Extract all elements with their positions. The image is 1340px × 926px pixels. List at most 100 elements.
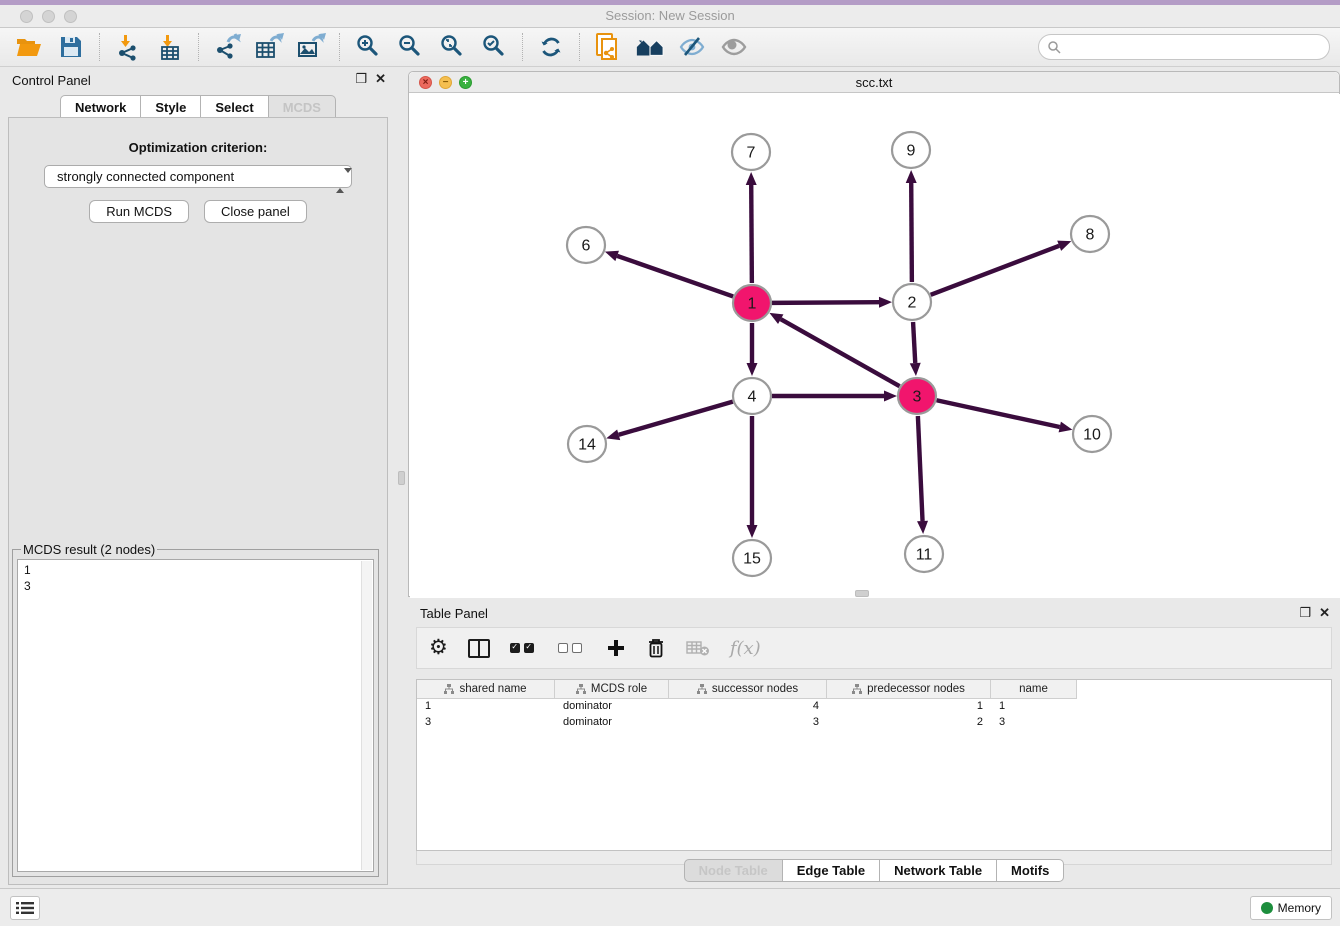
tab-edge-table[interactable]: Edge Table xyxy=(783,859,880,882)
cell-shared-name: 1 xyxy=(417,699,555,715)
graph-edge-arrowhead xyxy=(910,363,921,376)
toolbar-separator xyxy=(522,33,523,61)
graph-edge-1-7[interactable] xyxy=(751,185,752,283)
graph-node-label: 10 xyxy=(1083,427,1101,444)
mcds-panel-body: Optimization criterion: strongly connect… xyxy=(8,117,388,885)
tab-node-table[interactable]: Node Table xyxy=(684,859,783,882)
cell-predecessor-nodes: 1 xyxy=(827,699,991,715)
tab-motifs[interactable]: Motifs xyxy=(997,859,1064,882)
graph-edge-arrowhead xyxy=(605,251,619,261)
graph-edge-1-6[interactable] xyxy=(617,256,733,297)
close-table-panel-icon[interactable]: ✕ xyxy=(1319,605,1330,621)
graph-edge-arrowhead xyxy=(906,170,917,183)
close-panel-button[interactable]: Close panel xyxy=(204,200,307,223)
network-view-window: × − + scc.txt 1234678910111415 xyxy=(408,71,1340,597)
graph-edge-arrowhead xyxy=(606,430,620,441)
show-columns-icon[interactable] xyxy=(468,635,490,661)
graph-edge-1-2[interactable] xyxy=(772,302,879,303)
graph-edge-2-9[interactable] xyxy=(911,183,912,282)
float-table-panel-icon[interactable]: ❒ xyxy=(1299,605,1311,621)
criterion-dropdown-value: strongly connected component xyxy=(57,169,234,184)
hide-eye-icon[interactable] xyxy=(677,32,707,62)
graph-edge-4-14[interactable] xyxy=(619,402,733,435)
delete-trash-icon[interactable] xyxy=(646,635,666,661)
table-row[interactable]: 1 dominator 4 1 1 xyxy=(417,699,1331,715)
graph-node-label: 2 xyxy=(908,295,917,312)
list-icon xyxy=(16,901,34,915)
graph-edge-2-3[interactable] xyxy=(913,322,915,363)
graph-edge-arrowhead xyxy=(879,297,892,308)
search-input[interactable] xyxy=(1061,37,1329,57)
memory-button[interactable]: Memory xyxy=(1250,896,1332,920)
column-header-successor-nodes[interactable]: successor nodes xyxy=(669,680,827,699)
zoom-fit-icon[interactable] xyxy=(437,32,467,62)
float-panel-icon[interactable]: ❒ xyxy=(355,71,367,87)
toolbar-separator xyxy=(99,33,100,61)
graph-node-label: 8 xyxy=(1086,227,1095,244)
show-eye-icon[interactable] xyxy=(719,32,749,62)
memory-label: Memory xyxy=(1278,901,1321,915)
main-toolbar xyxy=(0,28,1340,67)
graph-edge-2-8[interactable] xyxy=(931,246,1059,295)
graph-node-label: 6 xyxy=(582,238,591,255)
mcds-result-scrollbar[interactable] xyxy=(361,561,372,870)
column-header-name[interactable]: name xyxy=(991,680,1077,699)
splitter-grip-horizontal[interactable] xyxy=(855,590,869,597)
cell-shared-name: 3 xyxy=(417,715,555,731)
open-folder-icon[interactable] xyxy=(14,32,44,62)
clone-network-icon[interactable] xyxy=(593,32,623,62)
zoom-in-icon[interactable] xyxy=(353,32,383,62)
network-window-titlebar[interactable]: × − + scc.txt xyxy=(409,72,1339,93)
import-network-icon[interactable] xyxy=(113,32,143,62)
home-view-icon[interactable] xyxy=(635,32,665,62)
search-icon xyxy=(1047,40,1061,54)
export-image-icon[interactable] xyxy=(296,32,326,62)
column-header-shared-name[interactable]: shared name xyxy=(417,680,555,699)
table-column-headers: shared name MCDS role successor nodes pr… xyxy=(417,680,1331,699)
delete-table-icon xyxy=(686,635,710,661)
status-bar: Memory xyxy=(0,888,1340,926)
export-table-icon[interactable] xyxy=(254,32,284,62)
toolbar-separator xyxy=(198,33,199,61)
mcds-result-group: MCDS result (2 nodes) 1 3 xyxy=(12,542,379,877)
zoom-out-icon[interactable] xyxy=(395,32,425,62)
search-field[interactable] xyxy=(1038,34,1330,60)
graph-edge-arrowhead xyxy=(1057,241,1071,251)
graph-node-label: 1 xyxy=(748,296,757,313)
table-settings-gear-icon[interactable]: ⚙ xyxy=(429,635,448,661)
cell-successor-nodes: 3 xyxy=(669,715,827,731)
graph-node-label: 15 xyxy=(743,551,761,568)
graph-edge-arrowhead xyxy=(747,363,758,376)
cell-name: 3 xyxy=(991,715,1077,731)
graph-edge-3-1[interactable] xyxy=(781,319,900,386)
close-panel-icon[interactable]: ✕ xyxy=(375,71,386,87)
graph-node-label: 4 xyxy=(748,389,757,406)
tab-network-table[interactable]: Network Table xyxy=(880,859,997,882)
graph-edge-3-11[interactable] xyxy=(918,416,923,521)
import-table-icon[interactable] xyxy=(155,32,185,62)
dropdown-stepper-icon xyxy=(336,170,345,191)
node-table: shared name MCDS role successor nodes pr… xyxy=(416,679,1332,851)
deselect-all-icon[interactable] xyxy=(558,635,586,661)
task-history-button[interactable] xyxy=(10,896,40,920)
column-header-mcds-role[interactable]: MCDS role xyxy=(555,680,669,699)
refresh-layout-icon[interactable] xyxy=(536,32,566,62)
table-toolbar: ⚙ f(x) xyxy=(416,627,1332,669)
add-row-plus-icon[interactable] xyxy=(606,635,626,661)
zoom-selected-icon[interactable] xyxy=(479,32,509,62)
mcds-result-textarea[interactable]: 1 3 xyxy=(17,559,374,872)
mcds-result-line: 1 xyxy=(24,562,373,578)
save-icon[interactable] xyxy=(56,32,86,62)
table-row[interactable]: 3 dominator 3 2 3 xyxy=(417,715,1331,731)
table-panel-title: Table Panel xyxy=(420,606,488,621)
graph-edge-3-10[interactable] xyxy=(937,400,1060,427)
app-titlebar: Session: New Session xyxy=(0,5,1340,28)
criterion-dropdown[interactable]: strongly connected component xyxy=(44,165,352,188)
splitter-grip-vertical[interactable] xyxy=(398,471,405,485)
toolbar-separator xyxy=(339,33,340,61)
column-header-predecessor-nodes[interactable]: predecessor nodes xyxy=(827,680,991,699)
network-canvas[interactable]: 1234678910111415 xyxy=(410,94,1340,598)
run-mcds-button[interactable]: Run MCDS xyxy=(89,200,189,223)
export-network-icon[interactable] xyxy=(212,32,242,62)
select-all-icon[interactable] xyxy=(510,635,538,661)
